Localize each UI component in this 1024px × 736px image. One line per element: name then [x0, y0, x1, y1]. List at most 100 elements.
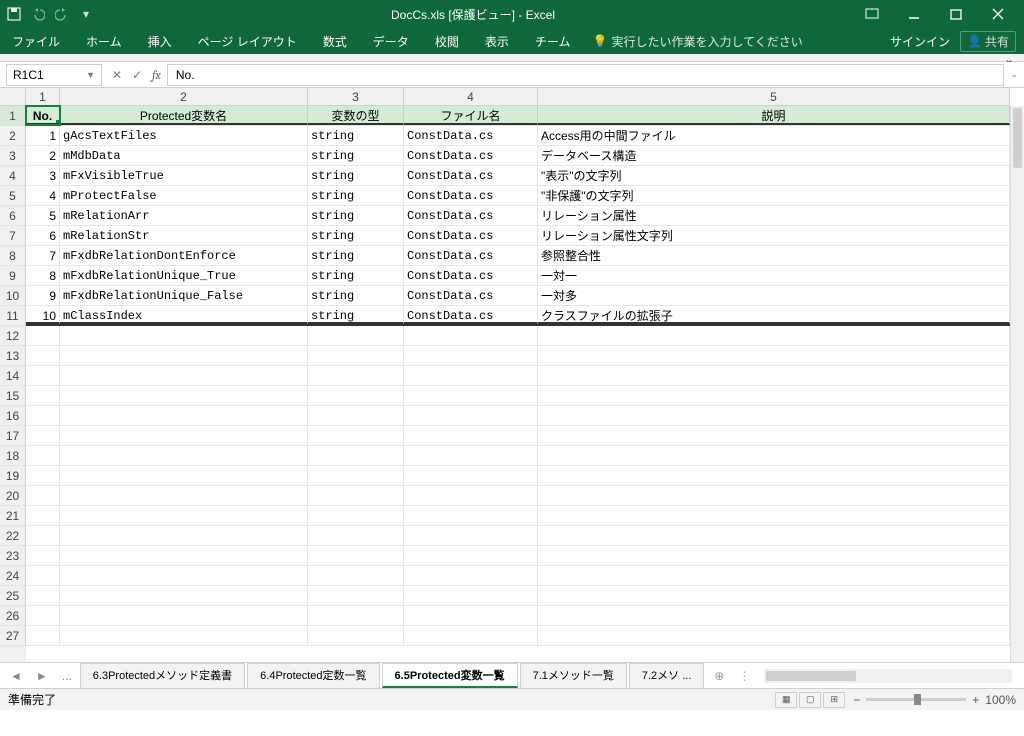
table-cell[interactable]: mMdbData [60, 146, 308, 165]
sheet-tab[interactable]: 7.1メソッド一覧 [520, 663, 627, 688]
zoom-out-button[interactable]: − [853, 693, 860, 707]
empty-cell[interactable] [60, 346, 308, 365]
undo-icon[interactable] [30, 6, 46, 22]
empty-cell[interactable] [404, 426, 538, 445]
empty-cell[interactable] [404, 586, 538, 605]
table-cell[interactable]: string [308, 306, 404, 324]
ribbon-display-icon[interactable] [852, 2, 892, 26]
formula-bar[interactable]: No. [167, 64, 1004, 86]
chevron-down-icon[interactable]: ▼ [86, 70, 95, 80]
empty-cell[interactable] [538, 446, 1010, 465]
table-header-cell[interactable]: Protected変数名 [60, 106, 308, 125]
table-cell[interactable]: "非保護"の文字列 [538, 186, 1010, 205]
sheet-overflow[interactable]: ... [56, 669, 78, 683]
table-cell[interactable]: mRelationArr [60, 206, 308, 225]
tab-team[interactable]: チーム [531, 30, 575, 53]
tab-file[interactable]: ファイル [8, 30, 64, 53]
table-cell[interactable]: ConstData.cs [404, 166, 538, 185]
table-cell[interactable]: 10 [26, 306, 60, 324]
row-header[interactable]: 12 [0, 326, 26, 346]
empty-cell[interactable] [538, 466, 1010, 485]
empty-cell[interactable] [308, 546, 404, 565]
row-header[interactable]: 18 [0, 446, 26, 466]
empty-cell[interactable] [538, 606, 1010, 625]
empty-cell[interactable] [538, 506, 1010, 525]
table-cell[interactable]: string [308, 226, 404, 245]
table-cell[interactable]: string [308, 126, 404, 145]
empty-cell[interactable] [308, 406, 404, 425]
col-header[interactable]: 1 [26, 88, 60, 105]
empty-cell[interactable] [26, 406, 60, 425]
vertical-scrollbar[interactable] [1010, 106, 1024, 662]
empty-cell[interactable] [404, 346, 538, 365]
row-header[interactable]: 11 [0, 306, 26, 326]
table-cell[interactable]: Access用の中間ファイル [538, 126, 1010, 145]
empty-cell[interactable] [404, 526, 538, 545]
empty-cell[interactable] [60, 326, 308, 345]
sheet-tab[interactable]: 7.2メソ ... [629, 663, 705, 688]
table-cell[interactable]: mClassIndex [60, 306, 308, 324]
table-cell[interactable]: "表示"の文字列 [538, 166, 1010, 185]
table-cell[interactable]: ConstData.cs [404, 266, 538, 285]
view-pagebreak-button[interactable]: ⊞ [823, 692, 845, 708]
empty-cell[interactable] [60, 606, 308, 625]
table-cell[interactable]: 5 [26, 206, 60, 225]
table-header-cell[interactable]: ファイル名 [404, 106, 538, 125]
view-normal-button[interactable]: ▦ [775, 692, 797, 708]
empty-cell[interactable] [308, 426, 404, 445]
empty-cell[interactable] [26, 546, 60, 565]
empty-cell[interactable] [26, 486, 60, 505]
table-cell[interactable]: string [308, 266, 404, 285]
empty-cell[interactable] [308, 466, 404, 485]
row-header[interactable]: 3 [0, 146, 26, 166]
empty-cell[interactable] [308, 386, 404, 405]
add-sheet-button[interactable]: ⊕ [706, 669, 732, 683]
empty-cell[interactable] [538, 326, 1010, 345]
table-cell[interactable]: データベース構造 [538, 146, 1010, 165]
row-header[interactable]: 24 [0, 566, 26, 586]
table-cell[interactable]: ConstData.cs [404, 206, 538, 225]
row-header[interactable]: 2 [0, 126, 26, 146]
row-header[interactable]: 13 [0, 346, 26, 366]
empty-cell[interactable] [538, 546, 1010, 565]
sheet-nav-prev[interactable]: ◄ [4, 669, 28, 683]
empty-cell[interactable] [404, 626, 538, 645]
empty-cell[interactable] [404, 466, 538, 485]
row-header[interactable]: 7 [0, 226, 26, 246]
zoom-in-button[interactable]: + [972, 693, 979, 707]
table-cell[interactable]: ConstData.cs [404, 246, 538, 265]
expand-formula-icon[interactable]: ⌄ [1010, 69, 1018, 80]
table-cell[interactable]: string [308, 206, 404, 225]
empty-cell[interactable] [308, 446, 404, 465]
empty-cell[interactable] [308, 366, 404, 385]
table-cell[interactable]: 参照整合性 [538, 246, 1010, 265]
row-header[interactable]: 19 [0, 466, 26, 486]
share-button[interactable]: 👤 共有 [960, 31, 1016, 52]
empty-cell[interactable] [404, 406, 538, 425]
empty-cell[interactable] [26, 466, 60, 485]
tell-me[interactable]: 💡 実行したい作業を入力してください [592, 33, 802, 50]
zoom-slider[interactable] [866, 698, 966, 701]
empty-cell[interactable] [404, 326, 538, 345]
empty-cell[interactable] [26, 526, 60, 545]
row-header[interactable]: 20 [0, 486, 26, 506]
empty-cell[interactable] [26, 446, 60, 465]
empty-cell[interactable] [404, 546, 538, 565]
empty-cell[interactable] [538, 566, 1010, 585]
empty-cell[interactable] [26, 326, 60, 345]
tab-home[interactable]: ホーム [82, 30, 126, 53]
empty-cell[interactable] [538, 586, 1010, 605]
table-cell[interactable]: ConstData.cs [404, 146, 538, 165]
table-header-cell[interactable]: 変数の型 [308, 106, 404, 125]
row-header[interactable]: 8 [0, 246, 26, 266]
empty-cell[interactable] [60, 486, 308, 505]
empty-cell[interactable] [404, 386, 538, 405]
empty-cell[interactable] [538, 366, 1010, 385]
empty-cell[interactable] [308, 566, 404, 585]
empty-cell[interactable] [26, 606, 60, 625]
table-cell[interactable]: 4 [26, 186, 60, 205]
select-all-corner[interactable] [0, 88, 26, 106]
tab-review[interactable]: 校閲 [431, 30, 463, 53]
empty-cell[interactable] [26, 566, 60, 585]
table-cell[interactable]: string [308, 246, 404, 265]
